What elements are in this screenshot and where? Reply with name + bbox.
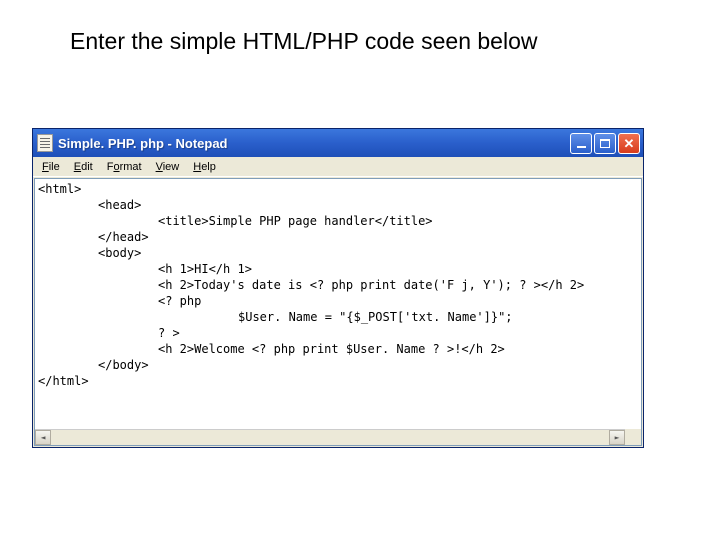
titlebar[interactable]: Simple. PHP. php - Notepad ✕ [33,129,643,157]
slide-heading: Enter the simple HTML/PHP code seen belo… [0,0,720,55]
editor-container: <html> <head><title>Simple PHP page hand… [33,177,643,447]
scroll-track[interactable] [51,430,609,445]
code-line: <h 2>Today's date is <? php print date('… [38,277,638,293]
menu-format[interactable]: Format [100,159,149,175]
menu-file[interactable]: File [35,159,67,175]
window-buttons: ✕ [570,133,640,154]
menubar: File Edit Format View Help [33,157,643,177]
notepad-window: Simple. PHP. php - Notepad ✕ File Edit F… [32,128,644,448]
minimize-icon [577,146,586,148]
code-line: <h 2>Welcome <? php print $User. Name ? … [38,341,638,357]
window-title: Simple. PHP. php - Notepad [58,136,570,151]
scroll-corner [625,429,641,445]
maximize-button[interactable] [594,133,616,154]
code-line: <html> [38,182,81,196]
minimize-button[interactable] [570,133,592,154]
code-line: ? > [38,325,638,341]
close-button[interactable]: ✕ [618,133,640,154]
menu-view[interactable]: View [149,159,187,175]
code-line: <title>Simple PHP page handler</title> [38,213,638,229]
code-line: <head> [38,197,638,213]
code-line: <? php [38,293,638,309]
code-line: <h 1>HI</h 1> [38,261,638,277]
menu-edit[interactable]: Edit [67,159,100,175]
close-icon: ✕ [624,137,635,150]
horizontal-scrollbar[interactable]: ◄ ► [35,429,625,445]
code-line: </head> [38,229,638,245]
maximize-icon [600,139,610,148]
code-line: $User. Name = "{$_POST['txt. Name']}"; [38,309,638,325]
code-line: <body> [38,245,638,261]
code-editor[interactable]: <html> <head><title>Simple PHP page hand… [34,178,642,446]
code-line: </body> [38,357,638,373]
scroll-left-button[interactable]: ◄ [35,430,51,445]
code-line: </html> [38,374,89,388]
notepad-icon [37,134,53,152]
menu-help[interactable]: Help [186,159,223,175]
scroll-right-button[interactable]: ► [609,430,625,445]
